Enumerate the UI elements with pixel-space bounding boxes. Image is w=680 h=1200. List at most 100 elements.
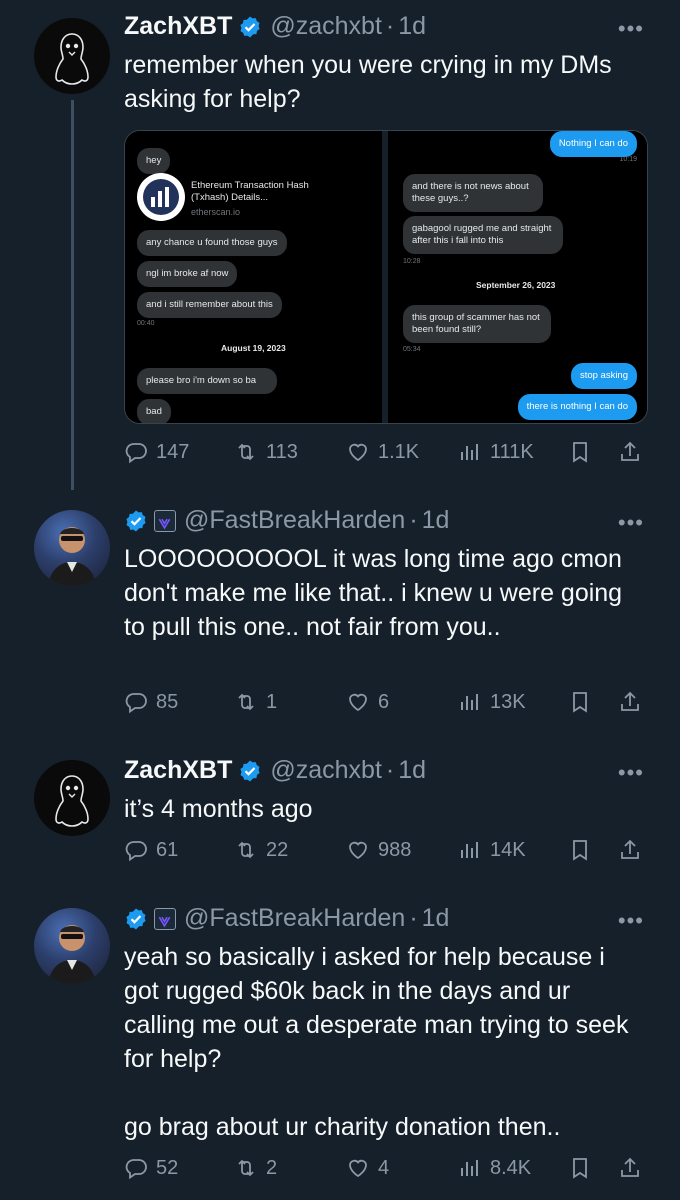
retweet-count: 2	[266, 1156, 278, 1179]
share-button[interactable]	[618, 1156, 642, 1180]
tweet-text: remember when you were crying in my DMs …	[124, 51, 619, 113]
tweet-header: ZachXBT @zachxbt · 1d	[124, 12, 426, 41]
link-preview: Ethereum Transaction Hash (Txhash) Detai…	[137, 173, 309, 223]
reply-count: 85	[156, 690, 179, 713]
action-bar: 85 1 6 13K	[124, 690, 644, 720]
tweet-2[interactable]: @FastBreakHarden · 1d ••• LOOOOOOOOOL it…	[0, 490, 680, 740]
bookmark-button[interactable]	[568, 440, 592, 464]
dm-time: 00:40	[137, 320, 155, 327]
reply-icon	[125, 1159, 147, 1180]
bookmark-button[interactable]	[568, 1156, 592, 1180]
dm-message: stop asking	[570, 363, 637, 389]
views-icon	[461, 444, 478, 460]
share-icon	[621, 691, 639, 711]
timestamp[interactable]: 1d	[422, 506, 450, 535]
tweet-header: @FastBreakHarden · 1d	[124, 904, 449, 933]
tweet-4[interactable]: @FastBreakHarden · 1d ••• yeah so basica…	[0, 890, 680, 1200]
more-icon[interactable]: •••	[618, 510, 644, 536]
more-icon[interactable]: •••	[618, 16, 644, 42]
dot-separator: ·	[409, 904, 418, 932]
reply-button[interactable]: 85	[124, 690, 178, 714]
timestamp[interactable]: 1d	[398, 12, 426, 41]
share-button[interactable]	[618, 440, 642, 464]
person-avatar-icon	[48, 527, 96, 586]
avatar-fastbreakharden[interactable]	[34, 510, 110, 586]
bookmark-button[interactable]	[568, 690, 592, 714]
dot-separator: ·	[409, 506, 418, 534]
views-count: 14K	[490, 838, 526, 861]
like-button[interactable]: 988	[346, 838, 411, 862]
retweet-count: 22	[266, 838, 289, 861]
dm-panel-left: hey Ethereum Transaction Hash (Txhash) D…	[125, 131, 381, 423]
more-icon[interactable]: •••	[618, 760, 644, 786]
tweet-1[interactable]: ZachXBT @zachxbt · 1d ••• remember when …	[0, 0, 680, 490]
tweet-media-image[interactable]: hey Ethereum Transaction Hash (Txhash) D…	[124, 130, 648, 424]
views-button[interactable]: 111K	[458, 440, 534, 464]
share-button[interactable]	[618, 690, 642, 714]
dot-separator: ·	[385, 12, 395, 40]
bookmark-button[interactable]	[568, 838, 592, 862]
avatar-zachxbt[interactable]	[34, 18, 110, 94]
tweet-text: it’s 4 months ago	[124, 795, 313, 823]
views-count: 111K	[490, 440, 534, 463]
retweet-icon	[238, 1159, 254, 1177]
avatar-zachxbt[interactable]	[34, 760, 110, 836]
like-button[interactable]: 4	[346, 1156, 389, 1180]
views-icon	[461, 842, 478, 858]
user-handle[interactable]: @zachxbt	[270, 756, 382, 785]
retweet-button[interactable]: 1	[234, 690, 277, 714]
link-domain: etherscan.io	[191, 207, 241, 217]
like-icon	[349, 1159, 367, 1178]
retweet-button[interactable]: 22	[234, 838, 288, 862]
views-button[interactable]: 13K	[458, 690, 526, 714]
reply-icon	[125, 841, 147, 862]
retweet-button[interactable]: 113	[234, 440, 298, 464]
verified-icon	[240, 760, 260, 781]
display-name[interactable]: ZachXBT	[124, 12, 232, 41]
reply-button[interactable]: 147	[124, 440, 189, 464]
reply-button[interactable]: 61	[124, 838, 178, 862]
retweet-icon	[238, 693, 254, 711]
action-bar: 61 22 988 14K	[124, 838, 644, 868]
retweet-count: 1	[266, 690, 278, 713]
timestamp[interactable]: 1d	[422, 904, 450, 933]
views-button[interactable]: 14K	[458, 838, 526, 862]
penguin-avatar-icon	[55, 33, 89, 85]
reply-count: 147	[156, 440, 190, 463]
dm-message: and i still remember about this	[137, 292, 282, 318]
user-handle[interactable]: @zachxbt	[270, 12, 382, 41]
dm-time: 05:34	[403, 346, 421, 353]
more-icon[interactable]: •••	[618, 908, 644, 934]
avatar-fastbreakharden[interactable]	[34, 908, 110, 984]
affiliate-badge-icon	[154, 907, 176, 930]
link-title: Ethereum Transaction Hash (Txhash) Detai…	[191, 180, 309, 203]
dm-time: 10:19	[619, 156, 637, 163]
tweet-header: @FastBreakHarden · 1d	[124, 506, 449, 535]
user-handle[interactable]: @FastBreakHarden	[184, 506, 405, 535]
dm-message: and there is not news about these guys..…	[403, 174, 543, 212]
reply-button[interactable]: 52	[124, 1156, 178, 1180]
dm-message: hey	[137, 148, 171, 174]
retweet-button[interactable]: 2	[234, 1156, 277, 1180]
dm-date-divider: August 19, 2023	[221, 343, 286, 353]
display-name[interactable]: ZachXBT	[124, 756, 232, 785]
like-button[interactable]: 6	[346, 690, 389, 714]
dm-message: this group of scammer has not been found…	[403, 305, 551, 343]
penguin-avatar-icon	[55, 775, 89, 827]
bookmark-icon	[573, 1158, 587, 1179]
share-button[interactable]	[618, 838, 642, 862]
dot-separator: ·	[385, 756, 395, 784]
tweet-3[interactable]: ZachXBT @zachxbt · 1d ••• it’s 4 months …	[0, 740, 680, 890]
bookmark-icon	[573, 692, 587, 713]
views-button[interactable]: 8.4K	[458, 1156, 531, 1180]
share-icon	[621, 441, 639, 461]
dm-time: 10:28	[403, 258, 421, 265]
user-handle[interactable]: @FastBreakHarden	[184, 904, 405, 933]
share-icon	[621, 839, 639, 859]
retweet-icon	[238, 841, 254, 859]
timestamp[interactable]: 1d	[398, 756, 426, 785]
verified-icon	[240, 16, 260, 37]
like-icon	[349, 693, 367, 712]
like-button[interactable]: 1.1K	[346, 440, 419, 464]
bookmark-icon	[573, 840, 587, 861]
